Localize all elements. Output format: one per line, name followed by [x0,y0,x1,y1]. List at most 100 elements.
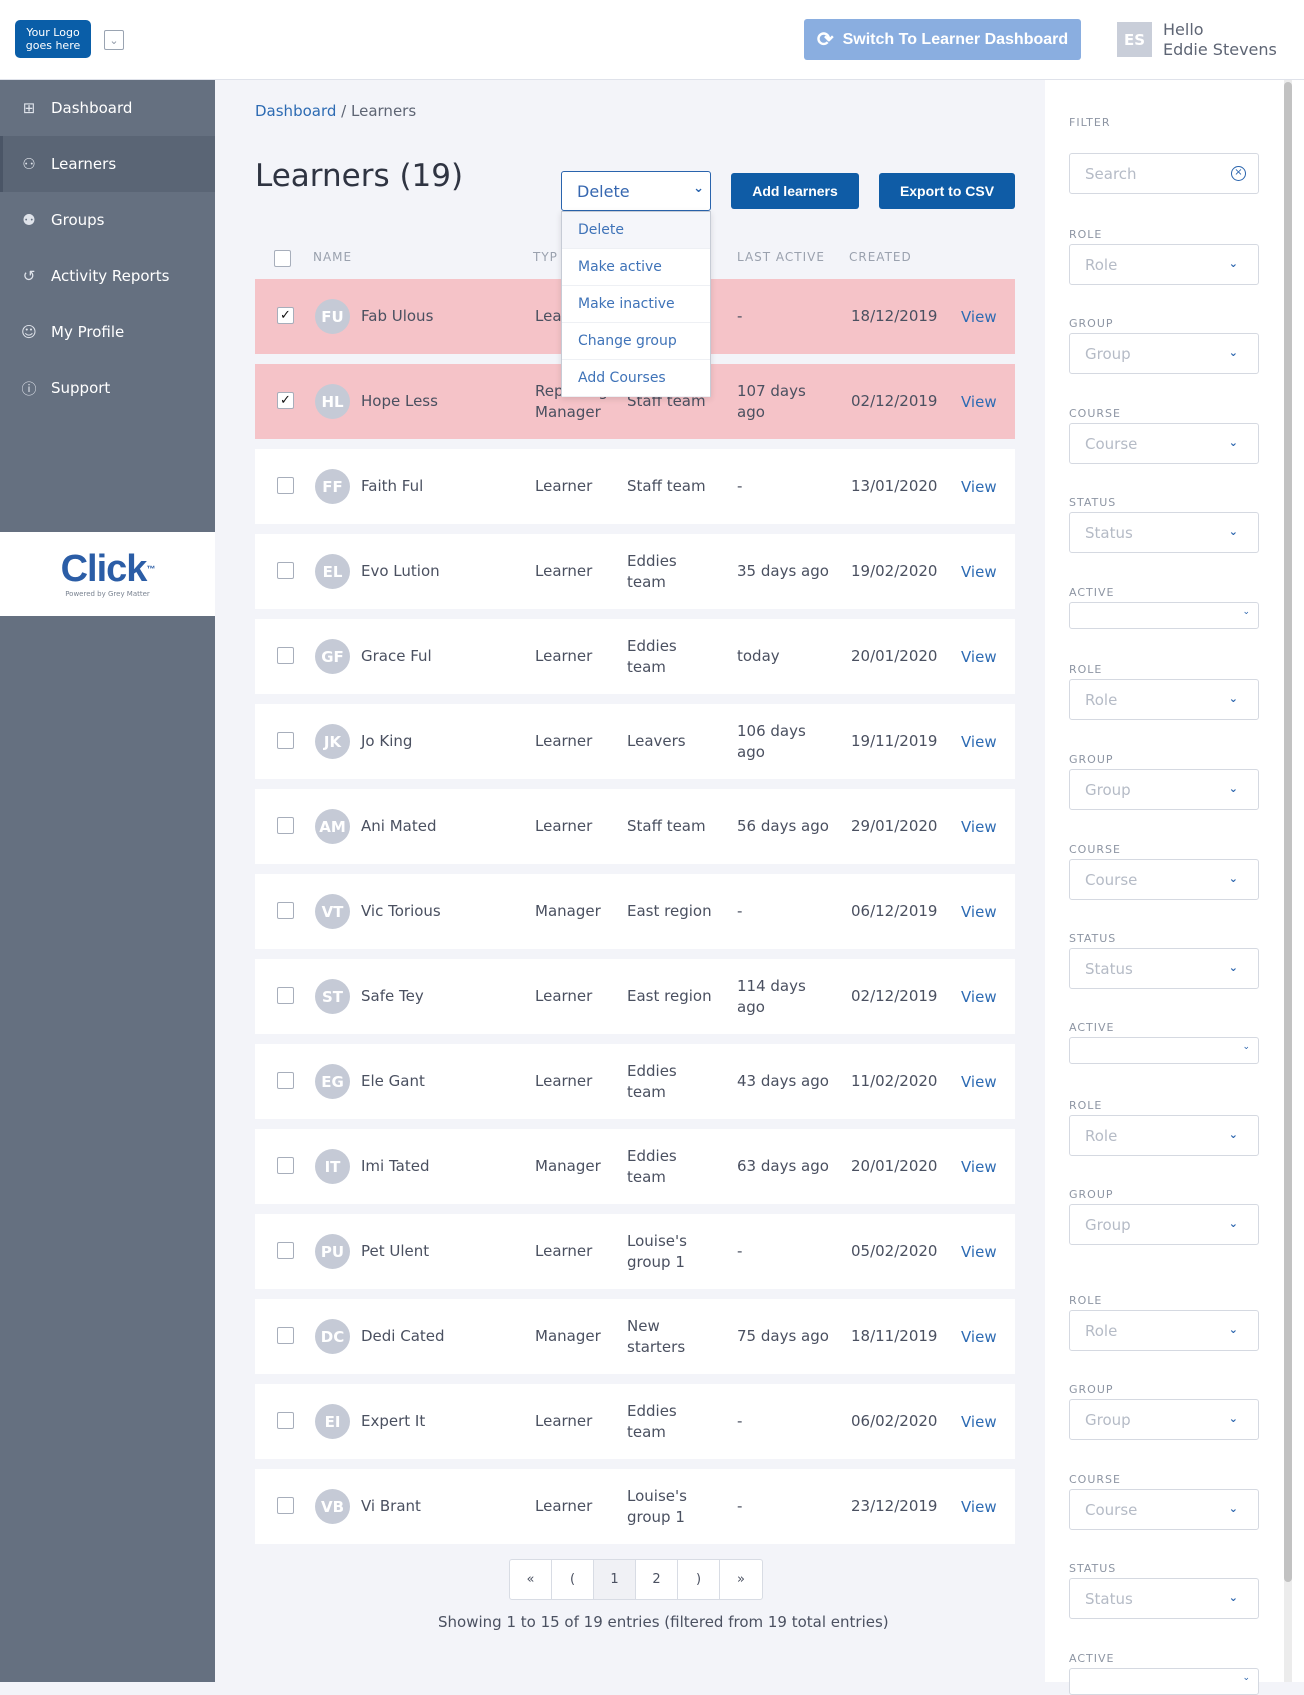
page-prev-button[interactable]: ( [552,1560,594,1599]
role-select[interactable]: Role ⌄ [1069,244,1259,285]
learner-created: 06/12/2019 [851,902,938,920]
view-link[interactable]: View [961,1497,997,1518]
course-select[interactable]: Course ⌄ [1069,1489,1259,1530]
view-link[interactable]: View [961,1412,997,1433]
row-checkbox[interactable] [277,1242,294,1259]
export-csv-button[interactable]: Export to CSV [879,173,1015,209]
status-select[interactable]: Status ⌄ [1069,948,1259,989]
view-link[interactable]: View [961,732,997,753]
view-link[interactable]: View [961,1327,997,1348]
row-checkbox[interactable] [277,477,294,494]
column-header-created[interactable]: CREATED [849,250,912,264]
table-row[interactable]: VB Vi Brant Learner Louise's group 1 - 23/12/… [255,1469,1015,1544]
group-select[interactable]: Group ⌄ [1069,333,1259,374]
page-first-button[interactable]: « [510,1560,552,1599]
column-header-last-active[interactable]: LAST ACTIVE [737,250,825,264]
row-checkbox[interactable] [277,902,294,919]
row-checkbox[interactable]: ✓ [277,392,294,409]
sidebar-item-activity-reports[interactable]: ↺ Activity Reports [0,248,215,304]
menu-item-add-courses[interactable]: Add Courses [562,360,710,397]
row-checkbox[interactable] [277,1327,294,1344]
learner-group: Leavers [627,732,686,750]
learner-group: Eddies team [627,637,677,676]
table-row[interactable]: VT Vic Torious Manager East region - 06/12/20… [255,874,1015,949]
row-checkbox[interactable] [277,647,294,664]
row-checkbox[interactable] [277,1157,294,1174]
bulk-action-select[interactable]: Delete ⌄ [561,171,711,211]
view-link[interactable]: View [961,1157,997,1178]
view-link[interactable]: View [961,817,997,838]
menu-item-delete[interactable]: Delete [562,212,710,249]
row-checkbox[interactable]: ✓ [277,307,294,324]
table-row[interactable]: JK Jo King Learner Leavers 106 days ago 19/11… [255,704,1015,779]
active-select[interactable]: ⌄ [1069,1037,1259,1064]
course-select[interactable]: Course ⌄ [1069,423,1259,464]
table-row[interactable]: ST Safe Tey Learner East region 114 days ago… [255,959,1015,1034]
menu-item-make-inactive[interactable]: Make inactive [562,286,710,323]
scrollbar-thumb[interactable] [1284,82,1292,1582]
column-header-name[interactable]: NAME [313,250,352,264]
view-link[interactable]: View [961,1242,997,1263]
pagination: « ( 1 2 ) » [509,1559,763,1600]
add-learners-button[interactable]: Add learners [731,173,859,209]
view-link[interactable]: View [961,1072,997,1093]
table-row[interactable]: EI Expert It Learner Eddies team - 06/02/2020… [255,1384,1015,1459]
row-checkbox[interactable] [277,817,294,834]
column-header-type[interactable]: TYP [533,250,558,264]
table-row[interactable]: IT Imi Tated Manager Eddies team 63 days ago… [255,1129,1015,1204]
table-row[interactable]: AM Ani Mated Learner Staff team 56 days ago 2… [255,789,1015,864]
table-row[interactable]: DC Dedi Cated Manager New starters 75 days a… [255,1299,1015,1374]
page-1-button[interactable]: 1 [594,1560,636,1599]
group-select[interactable]: Group ⌄ [1069,769,1259,810]
avatar: EG [315,1064,350,1099]
table-row[interactable]: PU Pet Ulent Learner Louise's group 1 - 05/02… [255,1214,1015,1289]
menu-item-make-active[interactable]: Make active [562,249,710,286]
menu-item-change-group[interactable]: Change group [562,323,710,360]
search-input[interactable]: Search × [1069,153,1259,194]
row-checkbox[interactable] [277,1497,294,1514]
table-row[interactable]: EL Evo Lution Learner Eddies team 35 days ag… [255,534,1015,609]
course-select[interactable]: Course ⌄ [1069,859,1259,900]
table-row[interactable]: GF Grace Ful Learner Eddies team today 20/01/… [255,619,1015,694]
view-link[interactable]: View [961,562,997,583]
view-link[interactable]: View [961,307,997,328]
view-link[interactable]: View [961,477,997,498]
role-select[interactable]: Role ⌄ [1069,1310,1259,1351]
status-select[interactable]: Status ⌄ [1069,1578,1259,1619]
select-all-checkbox[interactable] [274,250,291,267]
row-checkbox[interactable] [277,1072,294,1089]
sidebar-item-dashboard[interactable]: ⊞ Dashboard [0,80,215,136]
filter-label-group: GROUP [1069,1188,1114,1201]
top-bar: Your Logo goes here ⌄ ⟳ Switch To Learne… [0,0,1304,80]
status-select[interactable]: Status ⌄ [1069,512,1259,553]
row-checkbox[interactable] [277,1412,294,1429]
view-link[interactable]: View [961,987,997,1008]
view-link[interactable]: View [961,902,997,923]
switch-to-learner-dashboard-button[interactable]: ⟳ Switch To Learner Dashboard [804,19,1081,60]
table-row[interactable]: FF Faith Ful Learner Staff team - 13/01/2020 V… [255,449,1015,524]
sidebar-item-groups[interactable]: ⚉ Groups [0,192,215,248]
page-last-button[interactable]: » [720,1560,762,1599]
active-select[interactable]: ⌄ [1069,602,1259,629]
role-select[interactable]: Role ⌄ [1069,679,1259,720]
logo[interactable]: Your Logo goes here [15,20,91,58]
group-select[interactable]: Group ⌄ [1069,1399,1259,1440]
table-row[interactable]: EG Ele Gant Learner Eddies team 43 days ago 1… [255,1044,1015,1119]
sidebar-item-learners[interactable]: ⚇ Learners [0,136,215,192]
sidebar-item-support[interactable]: ⓘ Support [0,360,215,416]
sidebar-item-label: Learners [51,155,117,173]
row-checkbox[interactable] [277,562,294,579]
view-link[interactable]: View [961,647,997,668]
clear-icon[interactable]: × [1231,166,1246,181]
row-checkbox[interactable] [277,732,294,749]
page-2-button[interactable]: 2 [636,1560,678,1599]
role-select[interactable]: Role ⌄ [1069,1115,1259,1156]
group-select[interactable]: Group ⌄ [1069,1204,1259,1245]
avatar[interactable]: ES [1117,22,1152,57]
chevron-down-icon[interactable]: ⌄ [104,30,124,50]
view-link[interactable]: View [961,392,997,413]
page-next-button[interactable]: ) [678,1560,720,1599]
breadcrumb-dashboard-link[interactable]: Dashboard [255,102,336,120]
row-checkbox[interactable] [277,987,294,1004]
sidebar-item-my-profile[interactable]: ☺ My Profile [0,304,215,360]
